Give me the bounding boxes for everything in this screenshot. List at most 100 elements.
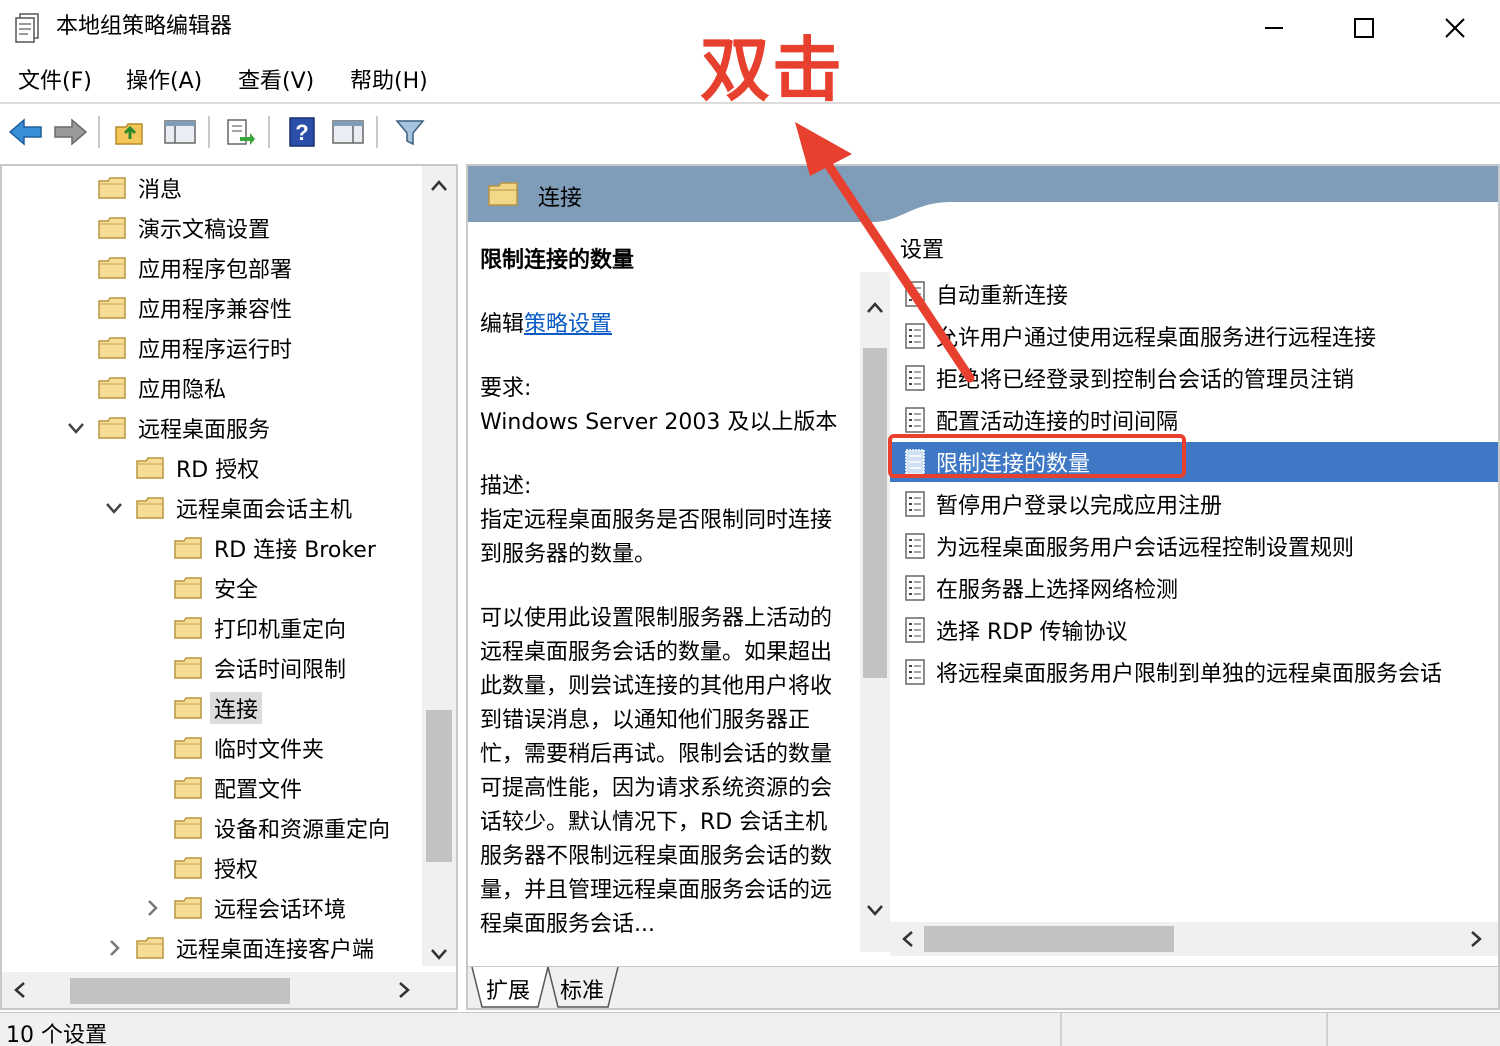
tree-item[interactable]: 远程桌面服务 xyxy=(98,408,270,448)
tree-item[interactable]: 消息 xyxy=(98,168,182,208)
toolbar-separator xyxy=(268,116,270,148)
tree-item[interactable]: 远程桌面连接客户端 xyxy=(136,928,374,968)
tree-horizontal-scrollbar[interactable] xyxy=(2,972,456,1008)
status-text: 10 个设置 xyxy=(6,1023,107,1046)
menu-file[interactable]: 文件(F) xyxy=(18,66,92,98)
tree-item[interactable]: 远程桌面会话主机 xyxy=(136,488,352,528)
back-button[interactable] xyxy=(6,112,46,152)
settings-column-header[interactable]: 设置 xyxy=(900,232,944,264)
scroll-down-icon[interactable] xyxy=(429,944,449,964)
scroll-right-icon[interactable] xyxy=(1466,929,1486,949)
up-folder-button[interactable] xyxy=(110,112,150,152)
tree-hscroll-thumb[interactable] xyxy=(70,978,290,1004)
tree-item[interactable]: 授权 xyxy=(174,848,258,888)
help-button[interactable]: ? xyxy=(282,112,322,152)
show-hide-tree-button[interactable] xyxy=(160,112,200,152)
policy-setting-icon xyxy=(905,491,925,517)
scroll-left-icon[interactable] xyxy=(10,980,30,1000)
maximize-button[interactable] xyxy=(1319,0,1409,56)
tree-item[interactable]: 应用程序包部署 xyxy=(98,248,292,288)
tree-item[interactable]: 演示文稿设置 xyxy=(98,208,270,248)
setting-row[interactable]: 暂停用户登录以完成应用注册 xyxy=(890,484,1498,524)
tree-item[interactable]: 应用程序兼容性 xyxy=(98,288,292,328)
description-area: 限制连接的数量 编辑策略设置 要求: Windows Server 2003 及… xyxy=(468,222,858,966)
tab-extended[interactable]: 扩展 xyxy=(486,973,530,1005)
folder-icon xyxy=(174,777,202,799)
maximize-icon xyxy=(1354,18,1374,38)
tree-item[interactable]: 会话时间限制 xyxy=(174,648,346,688)
setting-row-selected[interactable]: 限制连接的数量 xyxy=(890,442,1498,482)
scroll-up-icon[interactable] xyxy=(429,176,449,196)
tree-item[interactable]: 打印机重定向 xyxy=(174,608,346,648)
tree-item-label: 配置文件 xyxy=(214,778,303,803)
setting-row[interactable]: 选择 RDP 传输协议 xyxy=(890,610,1498,650)
expand-chevron-icon[interactable] xyxy=(66,418,86,438)
setting-label: 限制连接的数量 xyxy=(936,452,1091,477)
folder-icon xyxy=(136,497,164,519)
collapse-chevron-icon[interactable] xyxy=(142,898,162,918)
status-separator xyxy=(1326,1013,1328,1046)
tree-item[interactable]: 临时文件夹 xyxy=(174,728,324,768)
setting-row[interactable]: 拒绝将已经登录到控制台会话的管理员注销 xyxy=(890,358,1498,398)
close-button[interactable] xyxy=(1410,0,1500,56)
folder-icon xyxy=(174,697,202,719)
setting-row[interactable]: 将远程桌面服务用户限制到单独的远程桌面服务会话 xyxy=(890,652,1498,692)
setting-row[interactable]: 自动重新连接 xyxy=(890,274,1498,314)
tree-item-label: 远程桌面会话主机 xyxy=(176,498,353,523)
tree-item[interactable]: 应用程序运行时 xyxy=(98,328,292,368)
setting-row[interactable]: 允许用户通过使用远程桌面服务进行远程连接 xyxy=(890,316,1498,356)
menu-help[interactable]: 帮助(H) xyxy=(350,66,428,98)
edit-policy-link[interactable]: 策略设置 xyxy=(524,312,612,337)
tree-item[interactable]: 远程会话环境 xyxy=(174,888,346,928)
collapse-chevron-icon[interactable] xyxy=(104,938,124,958)
list-hscroll-thumb[interactable] xyxy=(924,926,1174,952)
tree-item-label: 连接 xyxy=(210,692,263,724)
folder-icon xyxy=(174,537,202,559)
forward-button[interactable] xyxy=(50,112,90,152)
tree-scroll-thumb[interactable] xyxy=(426,710,452,862)
scroll-left-icon[interactable] xyxy=(898,929,918,949)
list-scroll-thumb[interactable] xyxy=(863,348,887,678)
folder-icon xyxy=(98,217,126,239)
folder-icon xyxy=(136,457,164,479)
edit-policy-line: 编辑策略设置 xyxy=(480,308,846,342)
list-horizontal-scrollbar[interactable] xyxy=(890,922,1498,956)
tree-item[interactable]: 设备和资源重定向 xyxy=(174,808,390,848)
tree-item[interactable]: RD 连接 Broker xyxy=(174,528,376,568)
filter-button[interactable] xyxy=(390,112,430,152)
expand-chevron-icon[interactable] xyxy=(104,498,124,518)
tab-standard[interactable]: 标准 xyxy=(560,973,604,1005)
tree-item[interactable]: 配置文件 xyxy=(174,768,302,808)
setting-label: 暂停用户登录以完成应用注册 xyxy=(936,494,1223,519)
setting-label: 拒绝将已经登录到控制台会话的管理员注销 xyxy=(936,368,1355,393)
tree-item[interactable]: 应用隐私 xyxy=(98,368,226,408)
setting-row[interactable]: 在服务器上选择网络检测 xyxy=(890,568,1498,608)
minimize-button[interactable] xyxy=(1229,0,1319,56)
folder-icon xyxy=(98,257,126,279)
policy-setting-icon xyxy=(905,659,925,685)
tree-item-label: RD 连接 Broker xyxy=(214,538,376,563)
setting-row[interactable]: 为远程桌面服务用户会话远程控制设置规则 xyxy=(890,526,1498,566)
tree-item-label: 授权 xyxy=(214,858,259,883)
action-pane-button[interactable] xyxy=(328,112,368,152)
tree-vertical-scrollbar[interactable] xyxy=(422,166,456,966)
tree-item-label: 设备和资源重定向 xyxy=(214,818,391,843)
tree-item[interactable]: 安全 xyxy=(174,568,258,608)
setting-row[interactable]: 配置活动连接的时间间隔 xyxy=(890,400,1498,440)
export-list-button[interactable] xyxy=(220,112,260,152)
tree-item-label: 应用程序包部署 xyxy=(138,258,293,283)
menu-action[interactable]: 操作(A) xyxy=(126,66,202,98)
folder-icon xyxy=(136,937,164,959)
policy-setting-icon xyxy=(905,449,925,475)
folder-icon xyxy=(488,182,518,206)
tree-item[interactable]: 连接 xyxy=(174,688,263,728)
scroll-down-icon[interactable] xyxy=(865,900,885,920)
policy-setting-icon xyxy=(905,617,925,643)
setting-label: 自动重新连接 xyxy=(936,284,1069,309)
list-vertical-scrollbar[interactable] xyxy=(860,272,890,952)
menu-view[interactable]: 查看(V) xyxy=(238,66,314,98)
filter-icon xyxy=(395,120,425,146)
tree-item[interactable]: RD 授权 xyxy=(136,448,259,488)
scroll-right-icon[interactable] xyxy=(394,980,414,1000)
scroll-up-icon[interactable] xyxy=(865,298,885,318)
